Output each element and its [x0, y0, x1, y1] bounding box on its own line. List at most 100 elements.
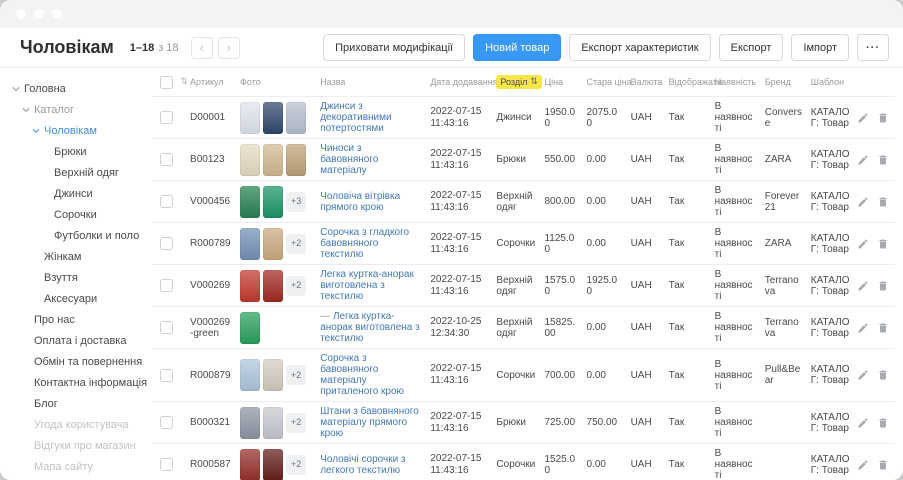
sidebar-item[interactable]: Оплата і доставка — [0, 330, 150, 351]
edit-icon[interactable] — [857, 322, 869, 334]
column-header-template[interactable]: Шаблон — [807, 68, 857, 97]
sidebar-item[interactable]: Угода користувача — [0, 414, 150, 435]
product-link[interactable]: Чиноси з бавовняного матеріалу — [320, 143, 378, 176]
more-photos-badge[interactable]: +2 — [286, 455, 306, 475]
import-button[interactable]: Імпорт — [791, 34, 849, 61]
edit-icon[interactable] — [857, 154, 869, 166]
product-photo[interactable] — [240, 228, 260, 260]
delete-icon[interactable] — [877, 196, 889, 208]
column-header-section[interactable]: Розділ ⇅ — [492, 68, 540, 97]
sidebar-item[interactable]: Головна — [0, 78, 150, 99]
more-photos-badge[interactable]: +2 — [286, 365, 306, 385]
new-product-button[interactable]: Новий товар — [473, 34, 561, 61]
product-photo[interactable] — [263, 228, 283, 260]
row-checkbox[interactable] — [160, 111, 173, 124]
prev-page-button[interactable]: ‹ — [191, 37, 213, 59]
sidebar-item[interactable]: Сорочки — [0, 204, 150, 225]
more-photos-badge[interactable]: +2 — [286, 276, 306, 296]
delete-icon[interactable] — [877, 369, 889, 381]
sidebar-item[interactable]: Футболки и поло — [0, 225, 150, 246]
more-photos-badge[interactable]: +2 — [286, 234, 306, 254]
sidebar-item[interactable]: Чоловікам — [0, 120, 150, 141]
hide-modifications-button[interactable]: Приховати модифікації — [323, 34, 465, 61]
row-checkbox[interactable] — [160, 195, 173, 208]
edit-icon[interactable] — [857, 112, 869, 124]
edit-icon[interactable] — [857, 196, 869, 208]
product-link[interactable]: Легка куртка-анорак виготовлена з тексти… — [320, 269, 414, 302]
more-photos-badge[interactable]: +2 — [286, 413, 306, 433]
sidebar-item[interactable]: Взуття — [0, 267, 150, 288]
product-photo[interactable] — [263, 144, 283, 176]
product-link[interactable]: Джинси з декоративними потертостями — [320, 101, 391, 134]
row-checkbox[interactable] — [160, 416, 173, 429]
column-header-brand[interactable]: Бренд — [761, 68, 807, 97]
column-header-old-price[interactable]: Стара ціна — [583, 68, 627, 97]
delete-icon[interactable] — [877, 322, 889, 334]
sidebar-item[interactable]: Верхній одяг — [0, 162, 150, 183]
edit-icon[interactable] — [857, 459, 869, 471]
product-photo[interactable] — [263, 407, 283, 439]
sidebar-item[interactable]: Контактна інформація — [0, 372, 150, 393]
edit-icon[interactable] — [857, 280, 869, 292]
more-menu-button[interactable]: ··· — [857, 34, 889, 61]
active-sort-chip[interactable]: Розділ ⇅ — [496, 75, 542, 89]
product-link[interactable]: Легка куртка-анорак виготовлена з тексти… — [320, 311, 420, 344]
sidebar-item[interactable]: Джинси — [0, 183, 150, 204]
delete-icon[interactable] — [877, 238, 889, 250]
row-checkbox[interactable] — [160, 279, 173, 292]
column-header-name[interactable]: Назва — [316, 68, 426, 97]
edit-icon[interactable] — [857, 369, 869, 381]
sidebar-item[interactable]: Каталог — [0, 99, 150, 120]
delete-icon[interactable] — [877, 112, 889, 124]
product-photo[interactable] — [240, 144, 260, 176]
export-characteristics-button[interactable]: Експорт характеристик — [569, 34, 710, 61]
sidebar-item[interactable]: Жінкам — [0, 246, 150, 267]
column-header-date[interactable]: Дата додавання — [426, 68, 492, 97]
product-photo[interactable] — [240, 407, 260, 439]
delete-icon[interactable] — [877, 417, 889, 429]
more-photos-badge[interactable]: +3 — [286, 192, 306, 212]
product-photo[interactable] — [240, 359, 260, 391]
column-header-sku[interactable]: Артикул — [186, 68, 236, 97]
sidebar-item[interactable]: Аксесуари — [0, 288, 150, 309]
window-maximize-dot[interactable] — [52, 9, 62, 19]
product-link[interactable]: Штани з бавовняного матеріалу прямого кр… — [320, 406, 419, 439]
edit-icon[interactable] — [857, 417, 869, 429]
product-photo[interactable] — [286, 144, 306, 176]
next-page-button[interactable]: › — [218, 37, 240, 59]
product-photo[interactable] — [263, 102, 283, 134]
product-photo[interactable] — [240, 186, 260, 218]
window-minimize-dot[interactable] — [34, 9, 44, 19]
sidebar-item[interactable]: Брюки — [0, 141, 150, 162]
sidebar-item[interactable]: Мапа сайту — [0, 456, 150, 477]
delete-icon[interactable] — [877, 154, 889, 166]
product-link[interactable]: Чоловічі сорочки з легкого текстилю — [320, 454, 405, 476]
sidebar-item[interactable]: Блог — [0, 393, 150, 414]
product-photo[interactable] — [240, 102, 260, 134]
product-photo[interactable] — [263, 186, 283, 218]
column-header-photo[interactable]: Фото — [236, 68, 316, 97]
product-photo[interactable] — [263, 270, 283, 302]
row-checkbox[interactable] — [160, 237, 173, 250]
delete-icon[interactable] — [877, 459, 889, 471]
row-checkbox[interactable] — [160, 458, 173, 471]
product-link[interactable]: Сорочка з бавовняного матеріалу притален… — [320, 353, 404, 397]
column-header-availability[interactable]: Наявність — [711, 68, 761, 97]
edit-icon[interactable] — [857, 238, 869, 250]
product-photo[interactable] — [240, 270, 260, 302]
row-checkbox[interactable] — [160, 369, 173, 382]
product-photo[interactable] — [286, 102, 306, 134]
sidebar-item[interactable]: Обмін та повернення — [0, 351, 150, 372]
sidebar-item[interactable]: Відгуки про магазин — [0, 435, 150, 456]
select-all-checkbox[interactable] — [160, 76, 173, 89]
window-close-dot[interactable] — [16, 9, 26, 19]
column-header-price[interactable]: Ціна — [540, 68, 582, 97]
sort-order-icon[interactable]: ⇅ — [181, 77, 189, 87]
product-photo[interactable] — [263, 449, 283, 480]
row-checkbox[interactable] — [160, 321, 173, 334]
product-photo[interactable] — [240, 449, 260, 480]
column-header-currency[interactable]: Валюта — [627, 68, 665, 97]
export-button[interactable]: Експорт — [719, 34, 784, 61]
product-photo[interactable] — [240, 312, 260, 344]
product-photo[interactable] — [263, 359, 283, 391]
